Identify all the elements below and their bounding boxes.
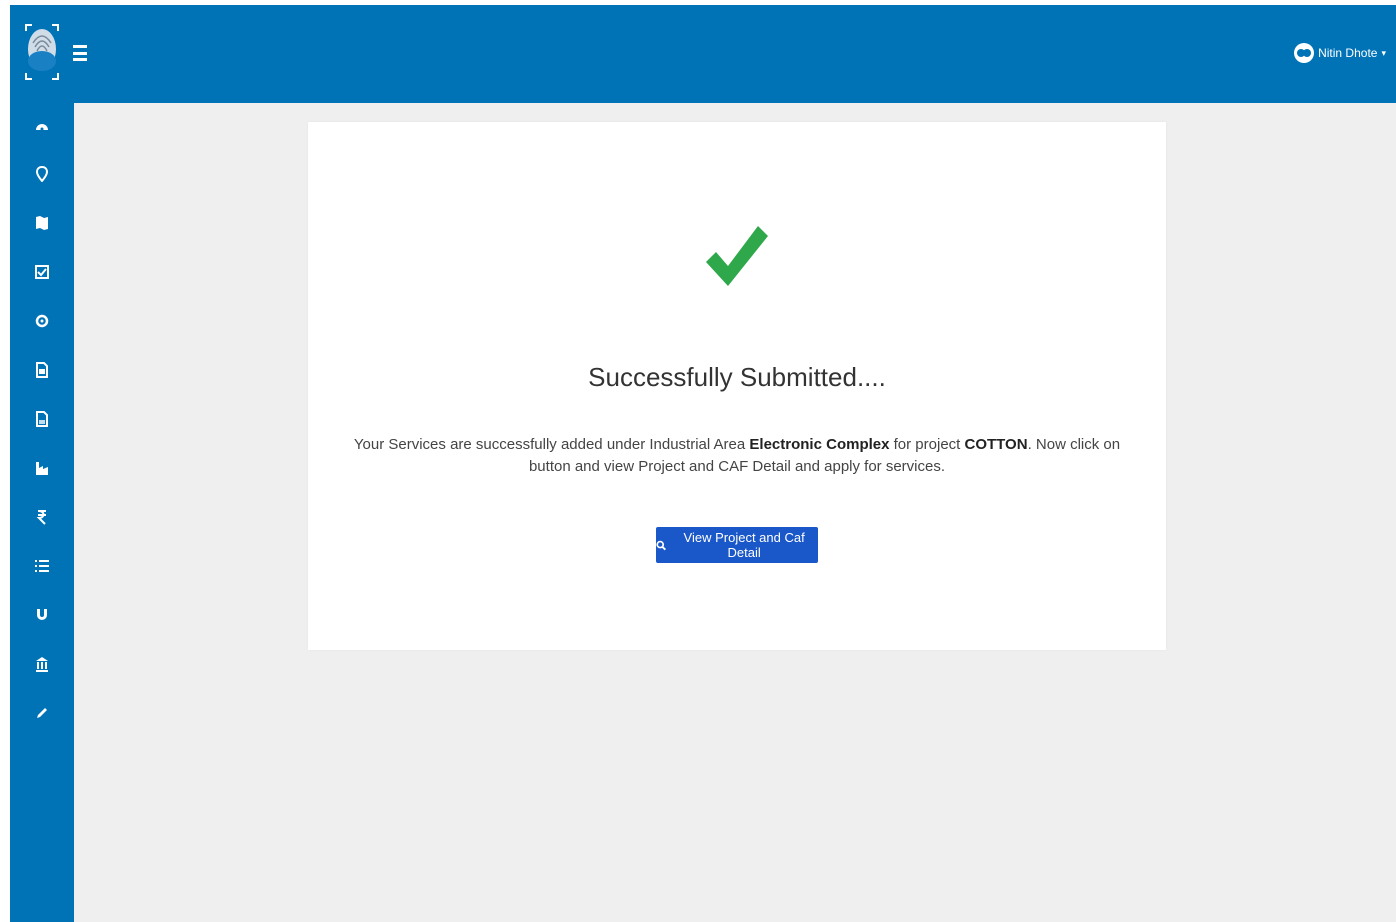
project-name: COTTON: [964, 436, 1028, 453]
message-middle: for project: [889, 436, 965, 453]
search-icon: [656, 540, 667, 550]
bank-icon[interactable]: [32, 654, 52, 674]
sidebar: [10, 103, 74, 922]
logo-icon[interactable]: [24, 23, 60, 81]
app-frame: Nitin Dhote ▾ Successfully Submitted....…: [10, 5, 1396, 922]
page-title: Successfully Submitted....: [588, 362, 886, 392]
rupee-icon[interactable]: [32, 507, 52, 527]
checklist-icon[interactable]: [32, 262, 52, 282]
settings-icon[interactable]: [32, 311, 52, 331]
chevron-down-icon: ▾: [1381, 47, 1386, 58]
pencil-icon[interactable]: [32, 703, 52, 723]
view-project-button-label: View Project and Caf Detail: [683, 530, 805, 560]
user-name: Nitin Dhote: [1318, 46, 1378, 60]
user-menu[interactable]: Nitin Dhote ▾: [1294, 43, 1386, 63]
success-card: Successfully Submitted.... Your Services…: [308, 122, 1166, 650]
top-navbar: Nitin Dhote ▾: [10, 5, 1396, 103]
success-check-icon: [702, 222, 772, 292]
industrial-area-name: Electronic Complex: [749, 436, 890, 453]
location-pin-icon[interactable]: [32, 164, 52, 184]
industry-icon[interactable]: [32, 458, 52, 478]
magnet-icon[interactable]: [32, 605, 52, 625]
success-message: Your Services are successfully added und…: [348, 434, 1126, 478]
list-icon[interactable]: [32, 556, 52, 576]
document-icon[interactable]: [32, 360, 52, 380]
menu-toggle-icon[interactable]: [73, 43, 87, 63]
dashboard-icon[interactable]: [32, 115, 52, 135]
report-icon[interactable]: [32, 409, 52, 429]
avatar-icon: [1294, 43, 1315, 63]
message-prefix: Your Services are successfully added und…: [353, 436, 750, 453]
map-icon[interactable]: [32, 213, 52, 233]
view-project-button[interactable]: View Project and Caf Detail: [656, 527, 818, 563]
